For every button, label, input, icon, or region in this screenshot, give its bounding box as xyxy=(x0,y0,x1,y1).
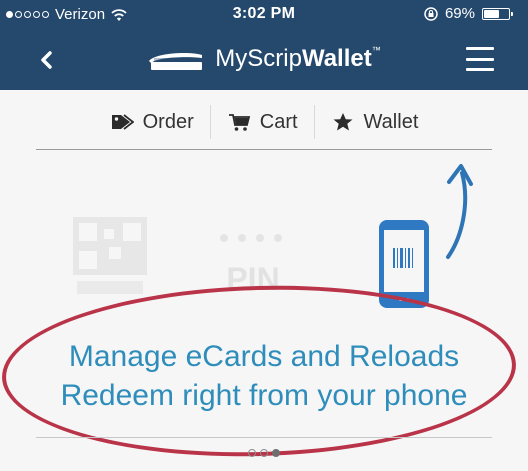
orientation-lock-icon xyxy=(424,6,438,21)
star-icon xyxy=(333,113,353,131)
battery-fill xyxy=(484,9,500,18)
brand-logo: MyScripWallet™ xyxy=(0,45,528,73)
app-title: MyScripWallet™ xyxy=(215,45,380,73)
tab-wallet-label: Wallet xyxy=(363,110,419,133)
feature-line-2: Redeem right from your phone xyxy=(60,379,468,412)
tab-order-label: Order xyxy=(142,110,194,133)
app-header: MyScripWallet™ xyxy=(0,30,528,90)
tab-wallet[interactable]: Wallet xyxy=(315,104,435,140)
page-indicator xyxy=(0,449,528,457)
cart-icon xyxy=(228,114,250,131)
menu-icon-line xyxy=(466,47,494,50)
page-dot[interactable] xyxy=(248,449,256,457)
tab-cart-label: Cart xyxy=(259,110,298,133)
app-title-light: MyScrip xyxy=(215,45,302,72)
trademark-mark: ™ xyxy=(371,45,381,55)
app-title-bold: Wallet xyxy=(301,45,372,72)
menu-button[interactable] xyxy=(466,47,494,71)
wallet-logo-icon xyxy=(149,53,203,70)
menu-icon-line xyxy=(466,68,494,71)
menu-icon-line xyxy=(466,57,494,61)
feature-description: Manage eCards and Reloads Redeem right f… xyxy=(0,337,528,415)
tag-icon xyxy=(111,114,134,130)
battery-area: 69% xyxy=(424,5,513,22)
tab-cart[interactable]: Cart xyxy=(211,104,314,140)
page-dot[interactable] xyxy=(260,449,268,457)
battery-percent: 69% xyxy=(444,5,475,22)
battery-icon xyxy=(482,7,513,20)
tab-bar: Order Cart Wallet xyxy=(0,102,528,142)
feature-line-1: Manage eCards and Reloads xyxy=(68,340,460,373)
tab-order[interactable]: Order xyxy=(94,104,210,140)
status-bar: Verizon 3:02 PM 69% xyxy=(0,0,528,30)
qr-card-icon xyxy=(73,217,147,294)
bottom-divider xyxy=(36,437,492,438)
page-dot[interactable] xyxy=(272,449,280,457)
tab-divider-line xyxy=(36,149,492,150)
